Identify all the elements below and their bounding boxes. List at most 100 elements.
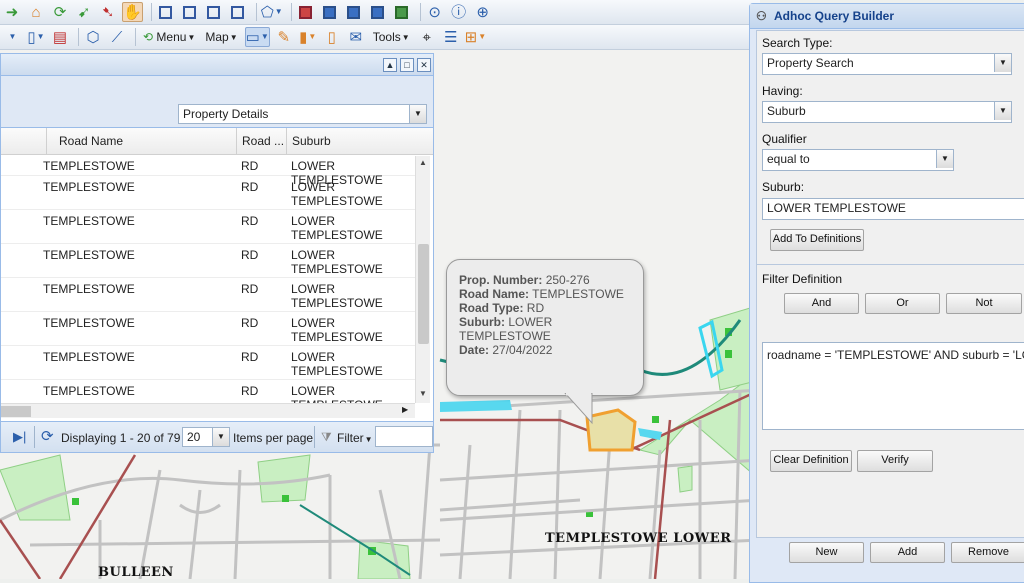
- forward-icon[interactable]: ➜: [2, 2, 22, 22]
- home-icon[interactable]: ⌂: [26, 2, 46, 22]
- column-header-road-type[interactable]: Road ...: [236, 128, 286, 154]
- table-row[interactable]: TEMPLESTOWE RD LOWER TEMPLESTOWE: [1, 176, 415, 210]
- suburb-label: Suburb:: [762, 180, 805, 194]
- qualifier-select[interactable]: equal to ▼: [762, 149, 954, 171]
- water-body: [638, 428, 662, 440]
- chevron-down-icon[interactable]: ▼: [409, 105, 426, 123]
- page-size-select[interactable]: 20 ▼: [182, 427, 230, 447]
- select-rectangle-icon[interactable]: [156, 2, 176, 22]
- add-to-definitions-button[interactable]: Add To Definitions: [770, 229, 864, 251]
- cell-suburb: LOWER TEMPLESTOWE: [291, 316, 383, 344]
- having-select[interactable]: Suburb ▼: [762, 101, 1012, 123]
- cell-road-name: TEMPLESTOWE: [43, 316, 135, 330]
- select-add-icon[interactable]: [180, 2, 200, 22]
- map-button[interactable]: Map ▼: [202, 27, 240, 47]
- book-icon[interactable]: ▤: [50, 27, 70, 47]
- export-icon[interactable]: [392, 2, 412, 22]
- chevron-down-icon[interactable]: ▼: [936, 150, 953, 168]
- park-marker: [72, 498, 79, 505]
- and-button[interactable]: And: [784, 293, 859, 314]
- items-per-page-label: Items per page: [233, 431, 314, 445]
- scrollbar-thumb[interactable]: [1, 406, 31, 417]
- table-row[interactable]: TEMPLESTOWE RD LOWER TEMPLESTOWE: [1, 244, 415, 278]
- scroll-up-icon[interactable]: ▲: [419, 158, 427, 167]
- select-intersect-icon[interactable]: [228, 2, 248, 22]
- column-header-suburb[interactable]: Suburb: [286, 128, 433, 154]
- cell-road-type: RD: [241, 350, 259, 364]
- suburb-input[interactable]: LOWER TEMPLESTOWE: [762, 198, 1024, 220]
- info-icon[interactable]: ⓘ: [449, 2, 469, 22]
- clear-selection-icon[interactable]: [296, 2, 316, 22]
- new-button[interactable]: New: [789, 542, 864, 563]
- cell-road-type: RD: [241, 282, 259, 296]
- document-icon[interactable]: ▯ ▼: [26, 27, 46, 47]
- view-select[interactable]: Property Details ▼: [178, 104, 427, 124]
- add-button[interactable]: Add: [870, 542, 945, 563]
- marker-icon[interactable]: ▮ ▼: [298, 27, 318, 47]
- tools-label: Tools: [372, 30, 401, 44]
- collapse-icon[interactable]: ▲: [383, 58, 397, 72]
- last-page-icon[interactable]: ▶|: [13, 429, 26, 445]
- verify-button[interactable]: Verify: [857, 450, 933, 472]
- query-form: Search Type: Property Search ▼ Having: S…: [756, 30, 1024, 538]
- polygon-select-icon[interactable]: ⬠ ▼: [261, 2, 283, 22]
- clear-definition-button[interactable]: Clear Definition: [770, 450, 852, 472]
- filter-icon[interactable]: ⧩: [321, 430, 332, 445]
- email-icon[interactable]: ✉: [346, 27, 366, 47]
- select-remove-icon[interactable]: [204, 2, 224, 22]
- column-header-road-name[interactable]: Road Name: [46, 128, 236, 154]
- table-row[interactable]: TEMPLESTOWE RD LOWER TEMPLESTOWE: [1, 380, 415, 403]
- vertical-scrollbar[interactable]: ▲ ▼: [415, 156, 430, 403]
- list-icon[interactable]: ☰: [441, 27, 461, 47]
- chevron-down-icon[interactable]: ▼: [212, 428, 229, 446]
- chevron-down-icon[interactable]: ▼: [994, 102, 1011, 120]
- pan-hand-icon[interactable]: ✋: [122, 2, 143, 22]
- filter-label: Filter: [337, 431, 364, 445]
- filter-button[interactable]: Filter▼: [337, 431, 373, 445]
- close-icon[interactable]: ✕: [417, 58, 431, 72]
- pan-back-icon[interactable]: ➹: [74, 2, 94, 22]
- remove-button[interactable]: Remove: [951, 542, 1024, 563]
- definition-textarea[interactable]: roadname = 'TEMPLESTOWE' AND suburb = 'L…: [762, 342, 1024, 430]
- pan-forward-icon[interactable]: ➷: [98, 2, 118, 22]
- speech-bubble-icon[interactable]: ▭ ▼: [244, 27, 270, 47]
- globe-icon[interactable]: ⊕: [473, 2, 493, 22]
- scrollbar-thumb[interactable]: [418, 244, 429, 344]
- park-area: [677, 465, 693, 493]
- layers-icon[interactable]: [320, 2, 340, 22]
- chevron-down-icon[interactable]: ▼: [994, 54, 1011, 72]
- cell-road-name: TEMPLESTOWE: [43, 159, 135, 173]
- qualifier-label: Qualifier: [762, 132, 807, 146]
- scroll-down-icon[interactable]: ▼: [419, 389, 427, 398]
- cell-road-name: TEMPLESTOWE: [43, 248, 135, 262]
- xy-coordinate-icon[interactable]: ⌖: [417, 27, 437, 47]
- table-row[interactable]: TEMPLESTOWE RD LOWER TEMPLESTOWE: [1, 346, 415, 380]
- table-row[interactable]: TEMPLESTOWE RD LOWER TEMPLESTOWE: [1, 312, 415, 346]
- toolbar-separator: [135, 28, 136, 46]
- zoom-to-selection-icon[interactable]: [344, 2, 364, 22]
- scroll-right-icon[interactable]: ▶: [402, 405, 408, 414]
- menu-button[interactable]: ⟲ Menu ▼: [140, 27, 198, 47]
- draw-polygon-icon[interactable]: ⬡: [83, 27, 103, 47]
- horizontal-scrollbar[interactable]: ▶: [1, 403, 415, 418]
- or-button[interactable]: Or: [865, 293, 940, 314]
- table-row[interactable]: TEMPLESTOWE RD LOWER TEMPLESTOWE: [1, 278, 415, 312]
- print-icon[interactable]: ▯: [322, 27, 342, 47]
- pencil-icon[interactable]: ✎: [274, 27, 294, 47]
- property-popup: Prop. Number: 250-276 Road Name: TEMPLES…: [446, 259, 644, 396]
- filter-input[interactable]: [375, 426, 433, 447]
- tree-icon[interactable]: ⊞ ▼: [465, 27, 487, 47]
- search-type-select[interactable]: Property Search ▼: [762, 53, 1012, 75]
- refresh-icon[interactable]: ⟳: [41, 427, 54, 445]
- not-button[interactable]: Not: [946, 293, 1022, 314]
- table-row[interactable]: TEMPLESTOWE RD LOWER TEMPLESTOWE: [1, 156, 415, 187]
- measure-icon[interactable]: ⊙: [425, 2, 445, 22]
- refresh-icon[interactable]: ⟳: [50, 2, 70, 22]
- tools-button[interactable]: Tools ▼: [370, 27, 413, 47]
- draw-line-icon[interactable]: ⟋: [107, 27, 127, 47]
- maximize-icon[interactable]: □: [400, 58, 414, 72]
- table-row[interactable]: TEMPLESTOWE RD LOWER TEMPLESTOWE: [1, 210, 415, 244]
- column-header-blank[interactable]: [1, 128, 46, 154]
- zoom-extent-icon[interactable]: [368, 2, 388, 22]
- dropdown-arrow-icon[interactable]: ▼: [2, 27, 22, 47]
